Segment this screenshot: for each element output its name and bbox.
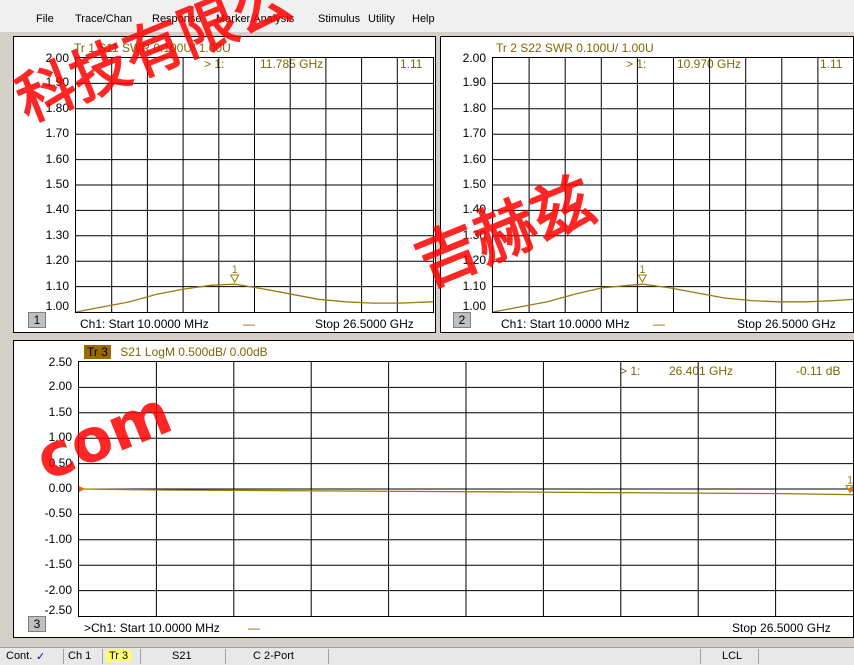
y-tick-label: 1.80 <box>45 100 69 115</box>
y-tick-label: 1.00 <box>48 430 72 445</box>
trace-header: Tr 1 S11 SWR 0.100U/ 1.00U <box>74 41 231 55</box>
y-tick-label: 1.50 <box>48 404 72 419</box>
plot-svg: 1 <box>492 58 853 313</box>
trace-panel-3[interactable]: Tr 3 S21 LogM 0.500dB/ 0.00dB > 1: 26.40… <box>13 340 854 638</box>
y-tick-label: 2.50 <box>48 355 72 369</box>
y-tick-label: -2.50 <box>44 603 72 617</box>
reference-arrow-left <box>79 486 85 492</box>
y-tick-label: 2.00 <box>45 51 69 65</box>
y-tick-label: 1.50 <box>45 177 69 191</box>
y-tick-label: 0.50 <box>48 455 72 470</box>
status-trace[interactable]: Tr 3 <box>106 650 132 662</box>
footer-stop: Stop 26.5000 GHz <box>732 621 831 635</box>
status-bar: Cont. ✓ Ch 1 Tr 3 S21 C 2-Port LCL <box>0 647 854 665</box>
plot-svg: 1 <box>75 58 434 313</box>
status-lcl: LCL <box>722 650 743 662</box>
menu-utility[interactable]: Utility <box>368 13 395 25</box>
y-tick-label: 1.10 <box>45 278 69 293</box>
y-tick-label: -2.00 <box>44 582 72 597</box>
y-tick-label: 2.00 <box>462 51 486 65</box>
y-tick-label: 1.20 <box>462 253 486 268</box>
marker-label: 1 <box>847 475 853 487</box>
cont-indicator-icon: ✓ <box>36 651 46 663</box>
y-tick-label: 1.40 <box>462 202 486 217</box>
y-tick-label: 1.60 <box>462 151 486 166</box>
trace-panel-1[interactable]: Tr 1 S11 SWR 0.100U/ 1.00U > 1: 11.785 G… <box>13 36 436 333</box>
marker-triangle <box>229 274 240 284</box>
trace-header-row: Tr 3 S21 LogM 0.500dB/ 0.00dB <box>84 345 268 359</box>
marker-label: 1 <box>639 264 645 276</box>
y-tick-label: 0.00 <box>48 481 72 495</box>
y-tick-label: 2.00 <box>48 379 72 394</box>
y-tick-label: 1.40 <box>45 202 69 217</box>
y-tick-label: 1.90 <box>45 75 69 90</box>
y-tick-label: 1.70 <box>462 126 486 141</box>
menu-trace-chan[interactable]: Trace/Chan <box>75 13 132 25</box>
y-tick-label: 1.80 <box>462 100 486 115</box>
menu-stimulus[interactable]: Stimulus <box>318 13 360 25</box>
plot-area[interactable]: 1 <box>492 57 853 313</box>
footer-start: Ch1: Start 10.0000 MHz <box>80 317 209 331</box>
plot-svg: 1 <box>78 362 853 616</box>
plot-area[interactable]: 1 <box>75 57 434 313</box>
y-tick-label: -0.50 <box>44 506 72 521</box>
trace-legend-line: — <box>653 317 665 331</box>
trace-header: Tr 2 S22 SWR 0.100U/ 1.00U <box>496 41 654 55</box>
channel-number[interactable]: 1 <box>28 312 46 328</box>
y-tick-label: 1.10 <box>462 278 486 293</box>
status-calibration[interactable]: C 2-Port <box>253 650 294 662</box>
trace-legend-line: — <box>248 621 260 635</box>
menu-file[interactable]: File <box>36 13 54 25</box>
menu-response[interactable]: Response <box>152 13 202 25</box>
y-tick-label: 1.60 <box>45 151 69 166</box>
y-tick-label: -1.50 <box>44 557 72 572</box>
plot-area[interactable]: 1 <box>78 361 853 617</box>
active-trace-badge[interactable]: Tr 3 <box>84 345 111 359</box>
channel-number[interactable]: 2 <box>453 312 471 328</box>
footer-start: Ch1: Start 10.0000 MHz <box>501 317 630 331</box>
channel-number[interactable]: 3 <box>28 616 46 632</box>
y-tick-label: 1.00 <box>462 299 486 313</box>
y-tick-label: 1.70 <box>45 126 69 141</box>
y-tick-label: 1.90 <box>462 75 486 90</box>
footer-stop: Stop 26.5000 GHz <box>315 317 414 331</box>
status-cont[interactable]: Cont. <box>6 650 32 662</box>
menu-marker-analysis[interactable]: Marker/Analysis <box>216 13 294 25</box>
footer-stop: Stop 26.5000 GHz <box>737 317 836 331</box>
y-tick-label: -1.00 <box>44 531 72 546</box>
trace-legend-line: — <box>243 317 255 331</box>
trace-panel-2[interactable]: Tr 2 S22 SWR 0.100U/ 1.00U > 1: 10.970 G… <box>440 36 854 333</box>
marker-label: 1 <box>232 264 238 276</box>
y-tick-label: 1.50 <box>462 177 486 191</box>
status-channel[interactable]: Ch 1 <box>68 650 91 662</box>
menu-help[interactable]: Help <box>412 13 435 25</box>
footer-start: >Ch1: Start 10.0000 MHz <box>84 621 220 635</box>
menu-bar: File Trace/Chan Response Marker/Analysis… <box>0 0 854 32</box>
reference-arrow-right <box>847 486 853 492</box>
y-tick-label: 1.30 <box>462 227 486 242</box>
trace-header: S21 LogM 0.500dB/ 0.00dB <box>120 345 268 359</box>
y-tick-label: 1.30 <box>45 227 69 242</box>
marker-triangle <box>637 274 648 284</box>
status-parameter[interactable]: S21 <box>172 650 192 662</box>
y-tick-label: 1.20 <box>45 253 69 268</box>
y-tick-label: 1.00 <box>45 299 69 313</box>
